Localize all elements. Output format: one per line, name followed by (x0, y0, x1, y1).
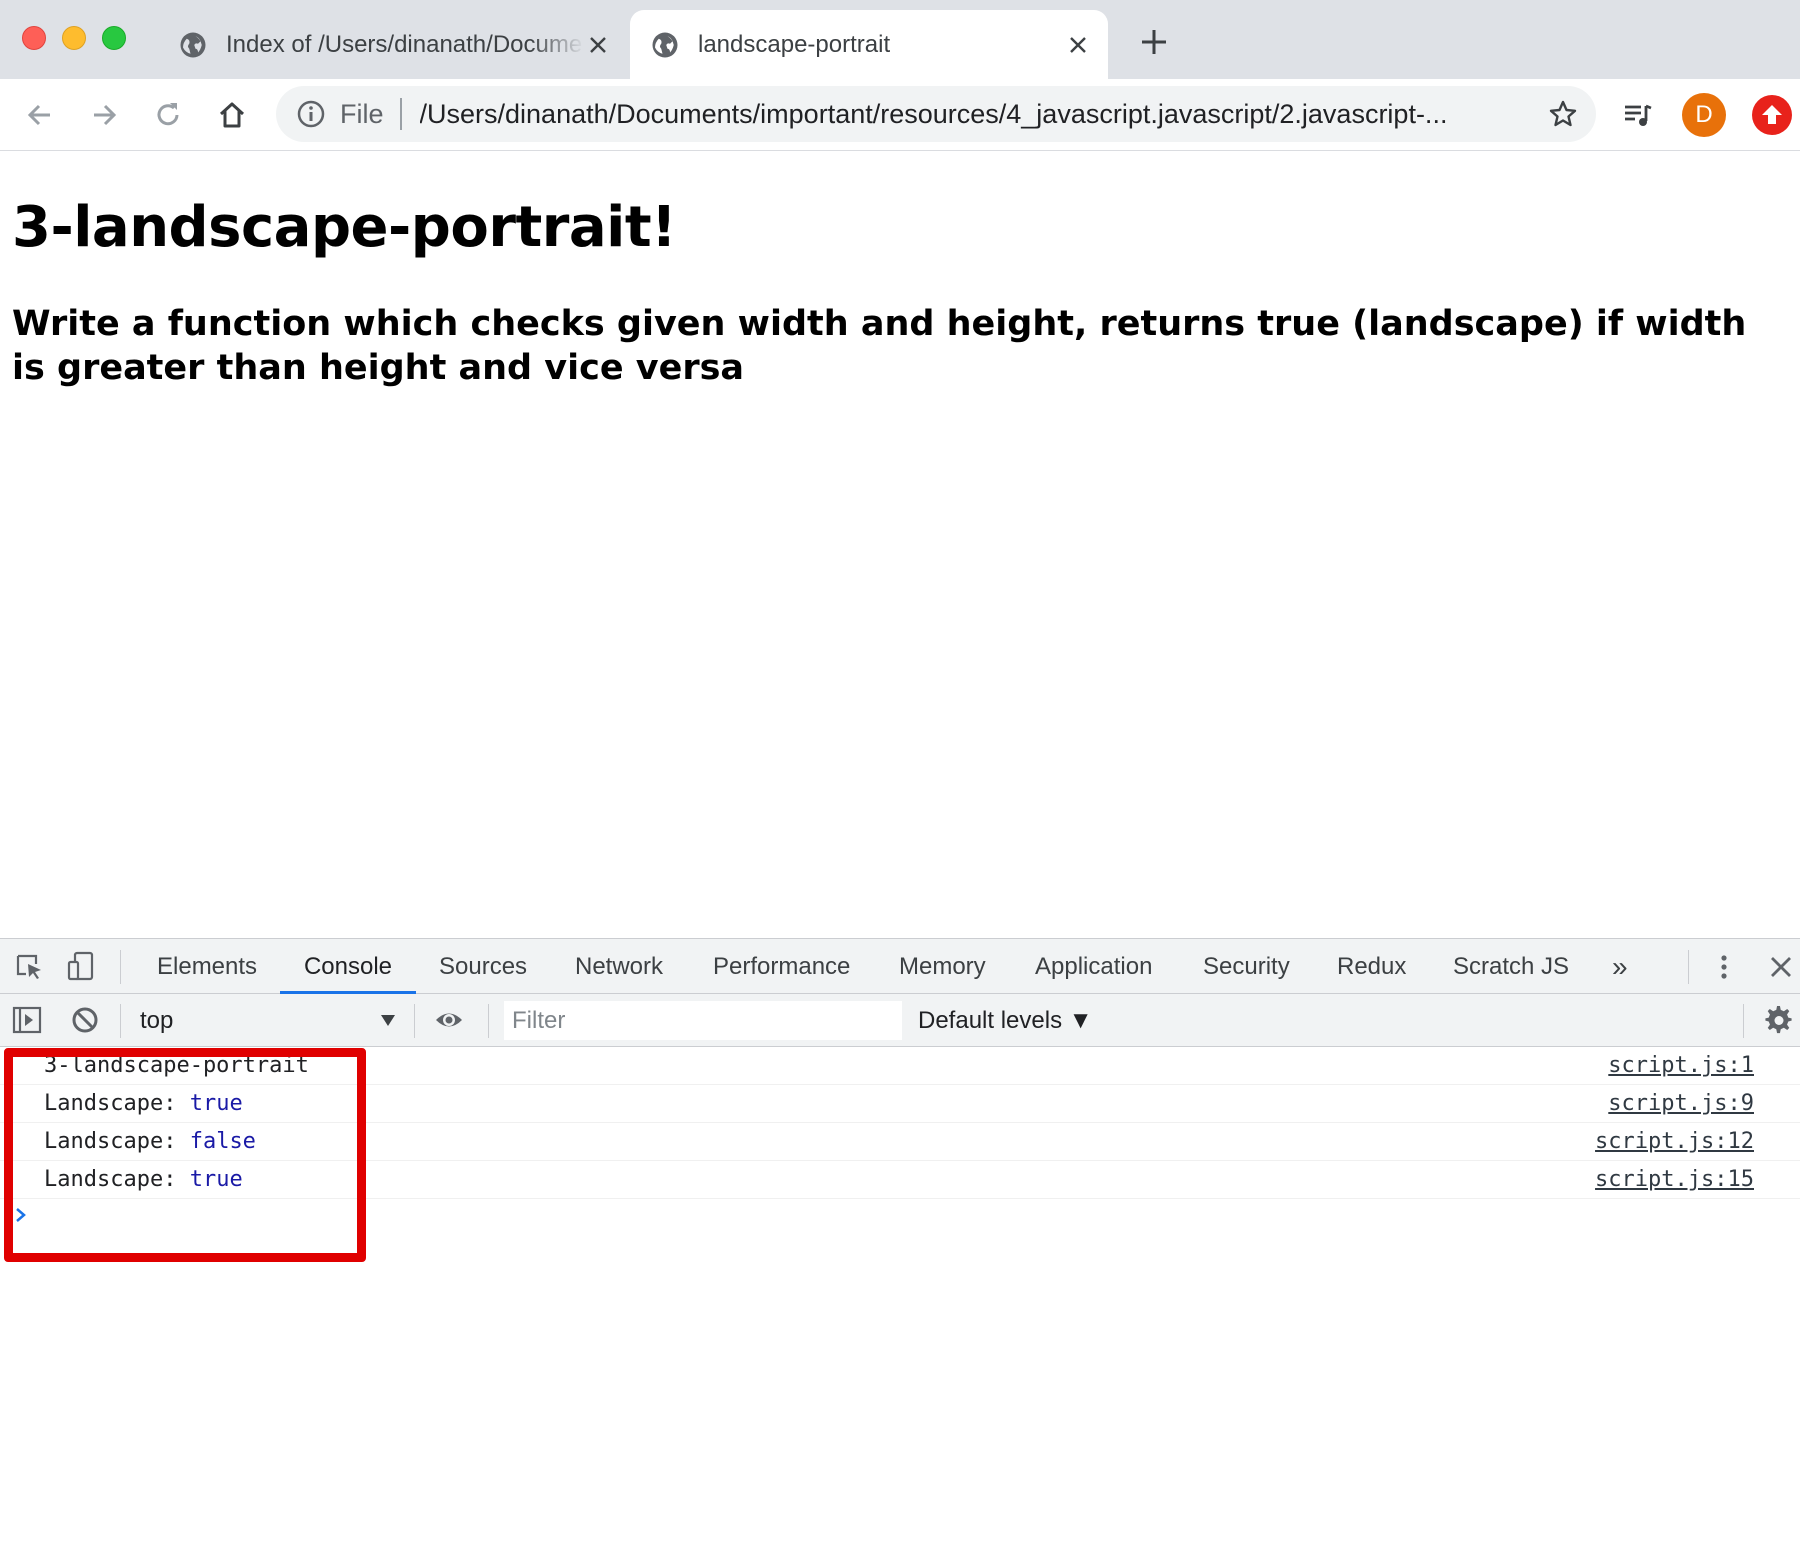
url-text[interactable]: /Users/dinanath/Documents/important/reso… (420, 99, 1550, 130)
source-link[interactable]: script.js:15 (1595, 1161, 1754, 1199)
globe-icon (180, 32, 206, 57)
clear-console-icon[interactable] (70, 1005, 100, 1035)
console-toolbar: top Filter Default levels ▼ (0, 994, 1800, 1047)
devtools-tab-redux[interactable]: Redux (1337, 939, 1406, 994)
extension-button[interactable] (1752, 95, 1792, 135)
toolbar-divider (1743, 1004, 1744, 1038)
close-devtools-icon[interactable] (1766, 952, 1796, 982)
kebab-menu-icon[interactable] (1709, 952, 1739, 982)
media-playlist-icon[interactable] (1622, 99, 1654, 131)
bookmark-star-icon[interactable] (1548, 99, 1578, 129)
tab-close-button[interactable] (584, 31, 612, 59)
toolbar-divider (1688, 950, 1689, 984)
device-toolbar-icon[interactable] (66, 951, 96, 981)
reload-icon[interactable] (152, 99, 184, 131)
home-icon[interactable] (216, 99, 248, 131)
sidebar-toggle-icon[interactable] (12, 1005, 42, 1035)
url-separator (399, 98, 402, 130)
info-icon[interactable] (296, 99, 326, 129)
new-tab-plus-icon[interactable] (1138, 26, 1170, 58)
source-link[interactable]: script.js:1 (1608, 1047, 1754, 1085)
devtools-tab-bar: Elements Console Sources Network Perform… (0, 939, 1800, 994)
log-levels-dropdown[interactable]: Default levels ▼ (918, 994, 1093, 1047)
tab-landscape-portrait[interactable]: landscape-portrait (630, 10, 1108, 79)
globe-icon (652, 32, 678, 57)
toolbar-divider (488, 1004, 489, 1038)
chevron-down-icon[interactable] (380, 1013, 396, 1027)
tab-title: landscape-portrait (698, 30, 891, 58)
page-content: 3-landscape-portrait! Write a function w… (0, 151, 1800, 938)
close-window-button[interactable] (22, 26, 46, 50)
devtools-tab-memory[interactable]: Memory (899, 939, 986, 994)
devtools-tab-scratch-js[interactable]: Scratch JS (1453, 939, 1569, 994)
back-arrow-icon[interactable] (24, 99, 56, 131)
toolbar-divider (120, 950, 121, 984)
profile-avatar[interactable]: D (1682, 93, 1726, 137)
zoom-window-button[interactable] (102, 26, 126, 50)
annotation-highlight-box (4, 1048, 366, 1262)
gear-icon[interactable] (1764, 1005, 1794, 1035)
filter-input[interactable]: Filter (504, 1001, 902, 1040)
devtools-tab-console[interactable]: Console (280, 939, 416, 994)
devtools-tab-security[interactable]: Security (1203, 939, 1290, 994)
page-title: 3-landscape-portrait! (12, 195, 677, 260)
inspect-element-icon[interactable] (14, 952, 44, 982)
devtools-tab-application[interactable]: Application (1035, 939, 1152, 994)
toolbar-divider (414, 1004, 415, 1038)
close-icon (1070, 36, 1086, 53)
page-description: Write a function which checks given widt… (12, 304, 1747, 388)
forward-arrow-icon[interactable] (88, 99, 120, 131)
source-link[interactable]: script.js:9 (1608, 1085, 1754, 1123)
tab-strip: Index of /Users/dinanath/Documents lands… (0, 0, 1800, 79)
tab-title: Index of /Users/dinanath/Documents (226, 30, 584, 58)
source-link[interactable]: script.js:12 (1595, 1123, 1754, 1161)
address-bar[interactable]: File /Users/dinanath/Documents/important… (276, 86, 1596, 142)
devtools-tab-performance[interactable]: Performance (713, 939, 850, 994)
upload-arrow-icon (1762, 105, 1782, 124)
more-tabs-button[interactable]: » (1612, 939, 1628, 994)
devtools-tab-network[interactable]: Network (575, 939, 663, 994)
browser-toolbar: File /Users/dinanath/Documents/important… (0, 79, 1800, 151)
live-expression-eye-icon[interactable] (434, 1005, 464, 1035)
context-selector[interactable]: top (140, 994, 173, 1047)
url-scheme-label: File (340, 98, 384, 129)
tab-close-button[interactable] (1064, 31, 1092, 59)
tab-index[interactable]: Index of /Users/dinanath/Documents (158, 10, 628, 79)
devtools-tab-sources[interactable]: Sources (439, 939, 527, 994)
minimize-window-button[interactable] (62, 26, 86, 50)
devtools-tab-elements[interactable]: Elements (157, 939, 257, 994)
close-icon (590, 36, 606, 53)
toolbar-divider (120, 1004, 121, 1038)
